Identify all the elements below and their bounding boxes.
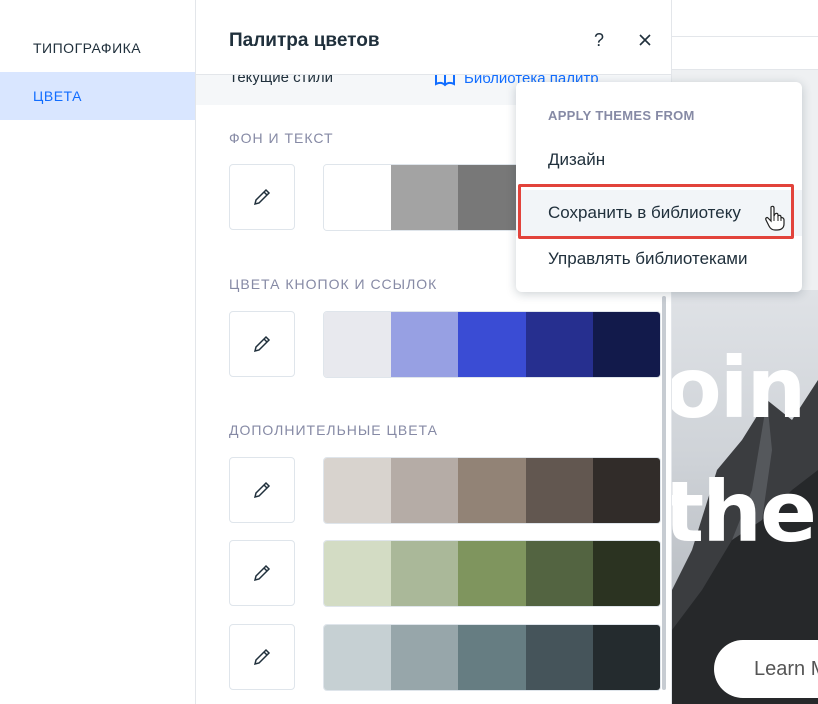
preview-hero-image: oin the Learn M <box>672 290 818 704</box>
learn-more-button[interactable]: Learn M <box>714 640 818 698</box>
menu-item-save-to-library[interactable]: Сохранить в библиотеку <box>516 190 802 236</box>
color-swatch[interactable] <box>592 458 660 523</box>
left-nav: ТИПОГРАФИКА ЦВЕТА <box>0 0 196 704</box>
palette-row <box>323 540 661 607</box>
color-swatch[interactable] <box>458 541 526 606</box>
color-swatch[interactable] <box>458 312 526 377</box>
pencil-icon <box>253 648 271 666</box>
palette-row <box>323 624 661 691</box>
close-icon[interactable] <box>633 28 657 52</box>
library-icon <box>435 75 455 87</box>
color-swatch[interactable] <box>391 541 459 606</box>
menu-item-manage-libraries[interactable]: Управлять библиотеками <box>516 236 802 282</box>
hero-heading-line2: the <box>672 463 817 561</box>
palette-row <box>323 311 661 378</box>
section-title: ФОН И ТЕКСТ <box>229 130 334 146</box>
color-swatch[interactable] <box>592 541 660 606</box>
palette-row <box>323 457 661 524</box>
color-swatch[interactable] <box>324 458 392 523</box>
color-swatch[interactable] <box>324 541 392 606</box>
nav-item-label: ЦВЕТА <box>33 88 82 104</box>
color-swatch[interactable] <box>592 625 660 690</box>
pencil-icon <box>253 188 271 206</box>
color-swatch[interactable] <box>458 458 526 523</box>
panel-title: Палитра цветов <box>229 30 380 51</box>
pencil-icon <box>253 481 271 499</box>
color-swatch[interactable] <box>391 625 459 690</box>
color-swatch[interactable] <box>592 312 660 377</box>
section-title: ДОПОЛНИТЕЛЬНЫЕ ЦВЕТА <box>229 422 438 438</box>
edit-palette-button[interactable] <box>229 164 295 230</box>
color-swatch[interactable] <box>525 541 593 606</box>
theme-dropdown-menu: APPLY THEMES FROM Дизайн Сохранить в биб… <box>516 82 802 292</box>
color-swatch[interactable] <box>458 625 526 690</box>
hand-cursor-icon <box>765 205 785 231</box>
nav-item-label: ТИПОГРАФИКА <box>33 40 142 56</box>
nav-item-typography[interactable]: ТИПОГРАФИКА <box>0 24 195 72</box>
color-swatch[interactable] <box>391 458 459 523</box>
preview-header <box>672 0 818 37</box>
panel-scrollbar[interactable] <box>662 296 666 690</box>
current-styles-label: Текущие стили <box>229 74 334 86</box>
menu-item-label: Сохранить в библиотеку <box>548 203 741 222</box>
color-swatch[interactable] <box>525 312 593 377</box>
color-swatch[interactable] <box>324 312 392 377</box>
edit-palette-button[interactable] <box>229 311 295 377</box>
menu-item-label: Управлять библиотеками <box>548 249 748 268</box>
question-icon[interactable]: ? <box>587 28 611 52</box>
learn-more-label: Learn M <box>754 657 818 680</box>
section-title: ЦВЕТА КНОПОК И ССЫЛОК <box>229 276 438 292</box>
color-swatch[interactable] <box>324 165 392 230</box>
menu-item-label: Дизайн <box>548 150 606 169</box>
dropdown-header: APPLY THEMES FROM <box>548 108 695 123</box>
hero-heading-line1: oin <box>672 339 806 437</box>
color-swatch[interactable] <box>324 625 392 690</box>
color-swatch[interactable] <box>391 312 459 377</box>
edit-palette-button[interactable] <box>229 540 295 606</box>
menu-item-design[interactable]: Дизайн <box>516 137 802 183</box>
pencil-icon <box>253 335 271 353</box>
pencil-icon <box>253 564 271 582</box>
edit-palette-button[interactable] <box>229 624 295 690</box>
edit-palette-button[interactable] <box>229 457 295 523</box>
color-swatch[interactable] <box>525 458 593 523</box>
nav-item-colors[interactable]: ЦВЕТА <box>0 72 195 120</box>
color-swatch[interactable] <box>391 165 459 230</box>
preview-subheader <box>672 37 818 70</box>
color-swatch[interactable] <box>525 625 593 690</box>
